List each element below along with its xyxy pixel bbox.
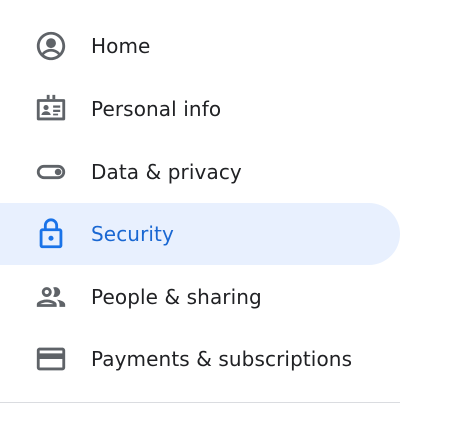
lock-icon: [34, 217, 68, 251]
sidebar-item-label: Data & privacy: [91, 160, 242, 184]
sidebar-item-personal-info[interactable]: Personal info: [0, 78, 400, 140]
sidebar-item-payments-subscriptions[interactable]: Payments & subscriptions: [0, 328, 400, 390]
people-icon: [34, 280, 68, 314]
credit-card-icon: [34, 342, 68, 376]
sidebar-item-label: Home: [91, 34, 151, 58]
sidebar-nav: Home Personal info Data & privacy Securi…: [0, 0, 474, 424]
divider: [0, 402, 400, 403]
sidebar-item-people-sharing[interactable]: People & sharing: [0, 266, 400, 328]
sidebar-item-security[interactable]: Security: [0, 203, 400, 265]
toggle-icon: [34, 155, 68, 189]
sidebar-item-label: Security: [91, 222, 174, 246]
sidebar-item-home[interactable]: Home: [0, 15, 400, 77]
sidebar-item-data-privacy[interactable]: Data & privacy: [0, 141, 400, 203]
account-circle-icon: [34, 29, 68, 63]
sidebar-item-label: People & sharing: [91, 285, 262, 309]
sidebar-item-label: Payments & subscriptions: [91, 347, 353, 371]
sidebar-item-label: Personal info: [91, 97, 222, 121]
id-card-icon: [34, 92, 68, 126]
